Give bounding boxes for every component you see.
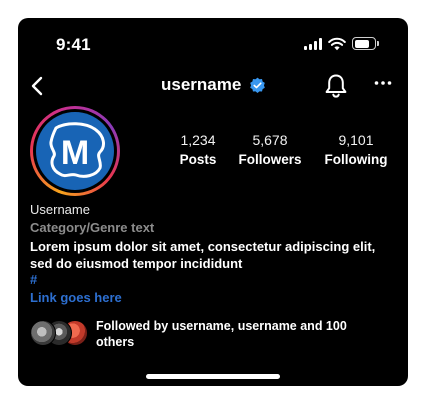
avatar-letter: M <box>61 134 89 172</box>
bio-hashtag-link[interactable]: # <box>30 272 37 287</box>
home-indicator[interactable] <box>146 374 280 379</box>
bio-category: Category/Genre text <box>30 220 155 235</box>
following-label: Following <box>324 152 388 167</box>
status-time: 9:41 <box>56 35 91 54</box>
bell-icon[interactable] <box>324 73 348 99</box>
more-horizontal-icon[interactable] <box>374 80 392 86</box>
stat-following[interactable]: 9,101 Following <box>311 132 401 167</box>
bio-display-name: Username <box>30 202 90 217</box>
following-count: 9,101 <box>338 132 374 148</box>
followed-by-text[interactable]: Followed by username, username and 100 o… <box>96 318 376 350</box>
back-chevron-icon[interactable] <box>30 76 46 96</box>
stat-followers[interactable]: 5,678 Followers <box>225 132 315 167</box>
nav-username-title: username <box>161 75 242 94</box>
bio-text: Lorem ipsum dolor sit amet, consectetur … <box>30 239 376 271</box>
mutual-follower-avatar <box>30 320 56 346</box>
profile-screen: 9:41 username M 1,234 Posts 5,678 Follow… <box>18 18 408 386</box>
wifi-icon <box>328 37 346 51</box>
battery-icon <box>352 37 379 50</box>
bio-website-link[interactable]: Link goes here <box>30 290 122 305</box>
followers-label: Followers <box>238 152 302 167</box>
verified-badge-icon <box>250 77 265 93</box>
profile-avatar[interactable]: M <box>30 106 120 196</box>
avatar-logo: M <box>49 122 105 178</box>
mutual-followers-avatars[interactable] <box>30 320 90 346</box>
signal-icon <box>304 38 322 50</box>
followers-count: 5,678 <box>252 132 288 148</box>
